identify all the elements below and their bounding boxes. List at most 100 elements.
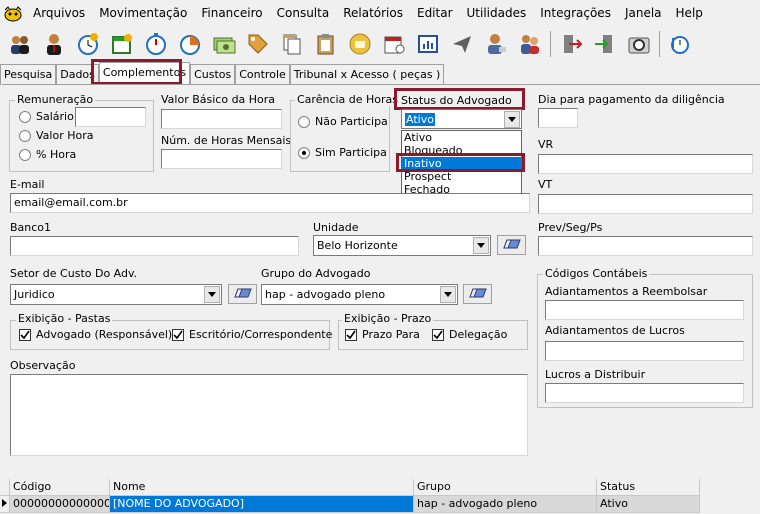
chevron-down-icon[interactable]: [504, 110, 520, 128]
prazo-para-checkbox[interactable]: [345, 329, 357, 341]
menu-consulta[interactable]: Consulta: [270, 0, 337, 27]
cell-status[interactable]: Ativo: [597, 496, 700, 513]
delegacao-checkbox[interactable]: [432, 329, 444, 341]
prazo-para-label: Prazo Para: [362, 328, 420, 341]
percent-hora-label: % Hora: [36, 148, 77, 161]
inativo-highlight: [396, 153, 525, 172]
vt-input[interactable]: [538, 194, 753, 214]
toolbar: [0, 27, 760, 60]
adiant-reembolsar-input[interactable]: [545, 300, 744, 320]
camera-icon[interactable]: [622, 29, 656, 59]
carencia-group: [290, 100, 390, 172]
grupo-combo[interactable]: hap - advogado pleno: [261, 284, 458, 305]
sim-participa-radio[interactable]: [298, 147, 310, 159]
user-edit-icon[interactable]: [479, 29, 513, 59]
status-combo[interactable]: Ativo: [401, 109, 522, 129]
menu-utilidades[interactable]: Utilidades: [460, 0, 534, 27]
grid-header-status[interactable]: Status: [597, 479, 700, 496]
cell-nome[interactable]: [NOME DO ADVOGADO]: [110, 496, 414, 513]
lucros-distribuir-label: Lucros a Distribuir: [545, 368, 646, 381]
observacao-textarea[interactable]: [10, 374, 528, 456]
prev-label: Prev/Seg/Ps: [538, 221, 603, 234]
tab-pesquisa[interactable]: Pesquisa: [0, 64, 57, 85]
menu-financeiro[interactable]: Financeiro: [194, 0, 269, 27]
cell-grupo[interactable]: hap - advogado pleno: [414, 496, 597, 513]
salario-radio[interactable]: [19, 111, 31, 123]
chevron-down-icon[interactable]: [440, 286, 456, 303]
clear-unidade-button[interactable]: [497, 235, 526, 255]
tab-tribunal-acesso[interactable]: Tribunal x Acesso ( peças ): [289, 64, 445, 85]
cell-codigo[interactable]: 00000000000000: [10, 496, 110, 513]
grid-header-row: Código Nome Grupo Status: [0, 479, 700, 496]
menu-movimentacao[interactable]: Movimentação: [92, 0, 194, 27]
menu-integracoes[interactable]: Integrações: [533, 0, 618, 27]
tag-icon[interactable]: [241, 29, 275, 59]
status-option-ativo[interactable]: Ativo: [402, 131, 521, 144]
clipboard-icon[interactable]: [309, 29, 343, 59]
calendar-add-icon[interactable]: [105, 29, 139, 59]
nao-participa-radio[interactable]: [298, 116, 310, 128]
menu-relatorios[interactable]: Relatórios: [336, 0, 410, 27]
exit-icon[interactable]: [554, 29, 588, 59]
advogados-grid: Código Nome Grupo Status 00000000000000 …: [0, 479, 700, 513]
user-icon[interactable]: [37, 29, 71, 59]
folder-icon[interactable]: [343, 29, 377, 59]
stopwatch-icon[interactable]: [139, 29, 173, 59]
advogado-responsavel-checkbox[interactable]: [19, 329, 31, 341]
menu-arquivos[interactable]: Arquivos: [26, 0, 92, 27]
grid-header-grupo[interactable]: Grupo: [414, 479, 597, 496]
money-icon[interactable]: [207, 29, 241, 59]
email-input[interactable]: email@email.com.br: [10, 193, 530, 213]
valor-hora-label: Valor Hora: [36, 129, 94, 142]
escritorio-correspondente-checkbox[interactable]: [172, 329, 184, 341]
timer-icon[interactable]: [663, 29, 697, 59]
grid-header-codigo[interactable]: Código: [10, 479, 110, 496]
calendar-icon[interactable]: [377, 29, 411, 59]
menu-editar[interactable]: Editar: [410, 0, 460, 27]
complementos-tab-highlight: [91, 59, 182, 85]
enter-icon[interactable]: [588, 29, 622, 59]
adiant-lucros-input[interactable]: [545, 341, 744, 361]
menu-help[interactable]: Help: [669, 0, 710, 27]
setor-combo[interactable]: Juridico: [10, 284, 222, 305]
dia-pagamento-input[interactable]: [538, 108, 578, 128]
clear-grupo-button[interactable]: [463, 284, 492, 304]
status-selected-value: Ativo: [405, 112, 435, 126]
adiant-lucros-label: Adiantamentos de Lucros: [545, 324, 685, 337]
exibicao-prazo-title: Exibição - Prazo: [342, 312, 434, 325]
send-icon[interactable]: [445, 29, 479, 59]
prev-input[interactable]: [538, 236, 753, 256]
banco-input[interactable]: [10, 236, 299, 256]
clear-setor-button[interactable]: [228, 284, 257, 304]
table-row[interactable]: 00000000000000 [NOME DO ADVOGADO] hap - …: [0, 496, 700, 513]
lucros-distribuir-input[interactable]: [545, 383, 744, 403]
unidade-combo[interactable]: Belo Horizonte: [313, 235, 491, 256]
menu-janela[interactable]: Janela: [618, 0, 669, 27]
grupo-label: Grupo do Advogado: [261, 267, 371, 280]
escritorio-correspondente-label: Escritório/Correspondente: [189, 328, 333, 341]
grid-header-nome[interactable]: Nome: [110, 479, 414, 496]
horas-mensais-label: Núm. de Horas Mensais: [161, 134, 292, 147]
tab-custos[interactable]: Custos: [190, 64, 236, 85]
chevron-down-icon[interactable]: [204, 286, 220, 303]
horas-mensais-input[interactable]: [161, 149, 282, 169]
toolbar-separator: [659, 30, 660, 57]
vt-label: VT: [538, 178, 553, 191]
valor-basico-input[interactable]: [161, 109, 282, 129]
clock-add-icon[interactable]: [71, 29, 105, 59]
vr-input[interactable]: [538, 154, 753, 174]
percent-hora-radio[interactable]: [19, 149, 31, 161]
users-group-icon[interactable]: [3, 29, 37, 59]
valor-hora-radio[interactable]: [19, 130, 31, 142]
copy-icon[interactable]: [275, 29, 309, 59]
toolbar-separator: [550, 30, 551, 57]
report-icon[interactable]: [411, 29, 445, 59]
salario-input[interactable]: [75, 107, 146, 127]
salario-label: Salário: [36, 110, 74, 123]
row-pointer-icon: [0, 496, 10, 513]
pie-clock-icon[interactable]: [173, 29, 207, 59]
users-pair-icon[interactable]: [513, 29, 547, 59]
grid-indicator-header: [0, 479, 10, 496]
chevron-down-icon[interactable]: [473, 237, 489, 254]
tab-controle[interactable]: Controle: [235, 64, 290, 85]
